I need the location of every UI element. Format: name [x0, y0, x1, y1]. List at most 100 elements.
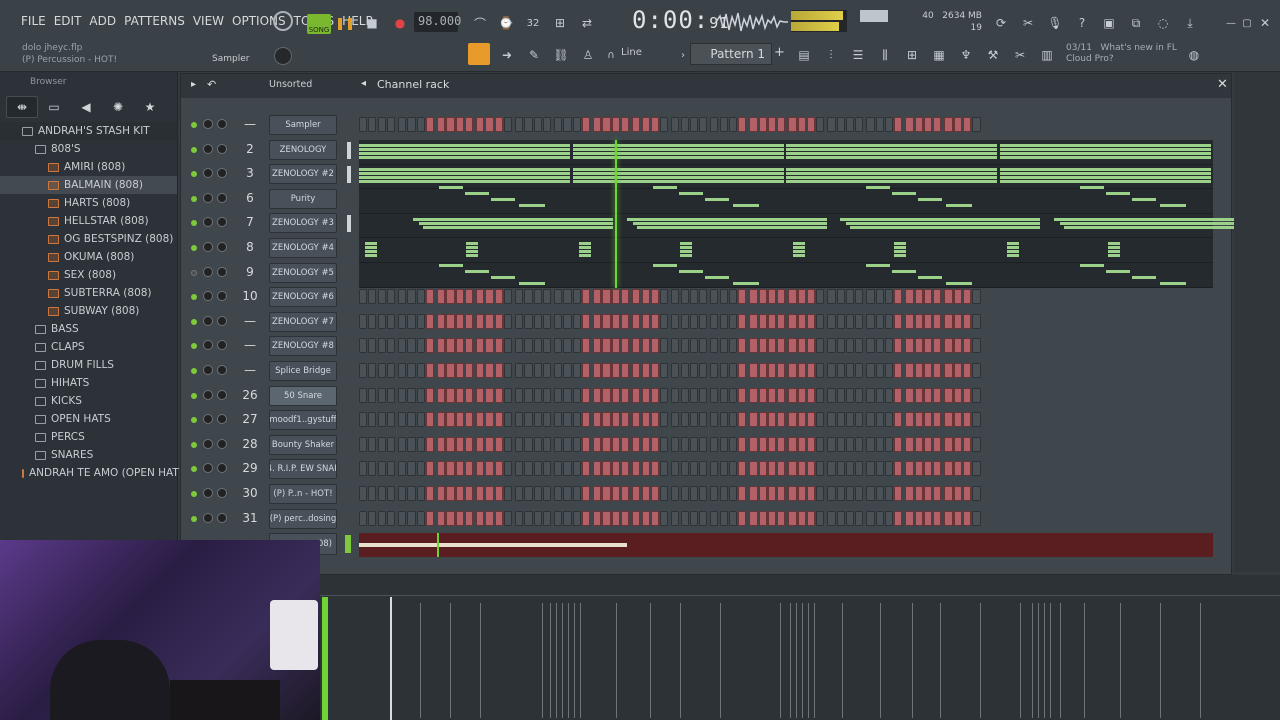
- midi-note[interactable]: [732, 282, 759, 285]
- step-button[interactable]: [933, 387, 942, 403]
- step-button[interactable]: [572, 363, 581, 378]
- step-button[interactable]: [542, 387, 552, 403]
- step-button[interactable]: [914, 510, 923, 526]
- midi-note[interactable]: [572, 152, 784, 155]
- close-rack-icon[interactable]: ✕: [1217, 77, 1228, 92]
- midi-note[interactable]: [359, 168, 570, 171]
- step-button[interactable]: [407, 289, 416, 305]
- step-button[interactable]: [749, 338, 758, 354]
- step-button[interactable]: [963, 117, 972, 132]
- step-button[interactable]: [464, 387, 474, 403]
- step-button[interactable]: [611, 363, 620, 378]
- step-button[interactable]: [446, 289, 455, 305]
- channel-pan-knob[interactable]: [203, 463, 213, 474]
- step-button[interactable]: [905, 486, 914, 501]
- step-button[interactable]: [855, 313, 864, 329]
- step-button[interactable]: [924, 486, 933, 501]
- channel-name-button[interactable]: Sampler: [269, 115, 337, 135]
- step-button[interactable]: [749, 117, 758, 132]
- step-button[interactable]: [738, 486, 747, 501]
- snap-selector[interactable]: Line: [618, 45, 670, 63]
- menu-view[interactable]: VIEW: [192, 14, 225, 28]
- stop-icon[interactable]: ■: [361, 12, 383, 34]
- step-button[interactable]: [572, 117, 581, 132]
- step-button[interactable]: [680, 436, 689, 452]
- step-button[interactable]: [425, 313, 435, 329]
- channel-row[interactable]: 27 moodf1..gystuff: [181, 408, 1233, 433]
- step-button[interactable]: [797, 486, 806, 501]
- channel-volume-knob[interactable]: [217, 414, 227, 425]
- channel-pan-knob[interactable]: [203, 414, 213, 425]
- step-button[interactable]: [699, 338, 708, 354]
- browser-item[interactable]: OG BESTSPINZ (808): [0, 230, 177, 248]
- step-button[interactable]: [719, 412, 728, 428]
- step-button[interactable]: [738, 363, 747, 378]
- step-button[interactable]: [563, 117, 572, 132]
- channel-pan-knob[interactable]: [203, 315, 213, 326]
- step-button[interactable]: [710, 338, 719, 354]
- step-button[interactable]: [485, 486, 494, 501]
- step-button[interactable]: [671, 338, 680, 354]
- step-button[interactable]: [845, 387, 855, 403]
- channel-mute-led[interactable]: [191, 491, 197, 497]
- step-button[interactable]: [816, 486, 825, 501]
- step-button[interactable]: [827, 313, 836, 329]
- step-button[interactable]: [533, 289, 542, 305]
- midi-note[interactable]: [572, 168, 784, 171]
- step-button[interactable]: [572, 387, 581, 403]
- midi-note[interactable]: [999, 168, 1211, 171]
- step-button[interactable]: [602, 510, 611, 526]
- step-button[interactable]: [398, 412, 407, 428]
- step-button[interactable]: [368, 313, 377, 329]
- step-button[interactable]: [386, 117, 396, 132]
- step-button[interactable]: [494, 289, 503, 305]
- step-button[interactable]: [924, 338, 933, 354]
- step-button[interactable]: [359, 363, 368, 378]
- step-button[interactable]: [660, 363, 669, 378]
- step-button[interactable]: [563, 486, 572, 501]
- step-button[interactable]: [503, 412, 513, 428]
- midi-note[interactable]: [894, 242, 906, 245]
- step-button[interactable]: [914, 338, 923, 354]
- step-button[interactable]: [437, 117, 446, 132]
- step-button[interactable]: [827, 510, 836, 526]
- step-button[interactable]: [827, 412, 836, 428]
- step-button[interactable]: [866, 338, 875, 354]
- step-button[interactable]: [485, 289, 494, 305]
- step-button[interactable]: [884, 412, 894, 428]
- step-button[interactable]: [407, 486, 416, 501]
- browser-icon[interactable]: ▦: [928, 44, 950, 66]
- midi-note[interactable]: [918, 276, 942, 279]
- channel-mixer-track[interactable]: —: [231, 117, 269, 131]
- step-button[interactable]: [719, 289, 728, 305]
- step-button[interactable]: [933, 117, 942, 132]
- step-button[interactable]: [632, 313, 641, 329]
- step-button[interactable]: [611, 486, 620, 501]
- step-button[interactable]: [368, 117, 377, 132]
- midi-note[interactable]: [439, 186, 463, 189]
- step-button[interactable]: [524, 387, 533, 403]
- midi-note[interactable]: [365, 250, 377, 253]
- step-button[interactable]: [593, 289, 602, 305]
- step-button[interactable]: [855, 412, 864, 428]
- step-button[interactable]: [719, 486, 728, 501]
- step-button[interactable]: [806, 117, 816, 132]
- step-seq-icon[interactable]: ⫶: [820, 44, 842, 66]
- step-button[interactable]: [758, 117, 767, 132]
- step-button[interactable]: [611, 436, 620, 452]
- midi-note[interactable]: [786, 148, 997, 151]
- step-button[interactable]: [875, 486, 884, 501]
- midi-note[interactable]: [1079, 264, 1104, 267]
- step-button[interactable]: [866, 117, 875, 132]
- step-button[interactable]: [437, 313, 446, 329]
- step-button[interactable]: [446, 461, 455, 477]
- step-button[interactable]: [632, 436, 641, 452]
- channel-mute-led[interactable]: [191, 171, 197, 178]
- step-button[interactable]: [806, 338, 816, 354]
- step-button[interactable]: [758, 510, 767, 526]
- channel-rack-titlebar[interactable]: ▸ ↶ Unsorted ◂ Channel rack ✕: [181, 74, 1231, 98]
- midi-note[interactable]: [793, 250, 805, 253]
- save-icon[interactable]: ▣: [1098, 12, 1120, 34]
- step-button[interactable]: [515, 510, 524, 526]
- step-button[interactable]: [875, 387, 884, 403]
